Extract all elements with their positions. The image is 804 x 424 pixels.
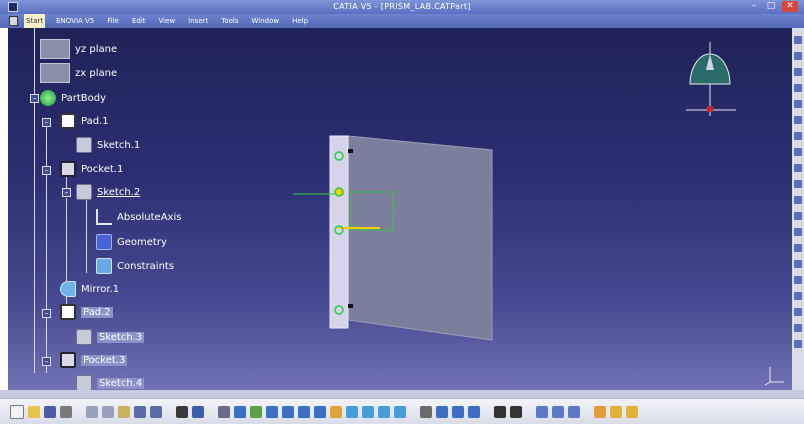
knowledge-icon[interactable]	[594, 405, 606, 418]
minimize-button[interactable]: –	[748, 1, 760, 12]
vertex-marker	[348, 304, 353, 308]
toolbar-tool-icon[interactable]	[794, 84, 802, 92]
bottom-toolbar	[0, 398, 804, 424]
maximize-button[interactable]: □	[765, 1, 777, 12]
axis-system-icon[interactable]	[494, 405, 506, 418]
pan-icon[interactable]	[250, 405, 262, 418]
menu-enovia[interactable]: ENOVIA V5	[54, 14, 96, 28]
window-controls: – □ ✕	[748, 1, 798, 12]
toolbar-tool-icon[interactable]	[794, 132, 802, 140]
update-icon[interactable]	[568, 405, 580, 418]
toolbar-tool-icon[interactable]	[794, 244, 802, 252]
toolbar-tool-icon[interactable]	[794, 36, 802, 44]
point-icon[interactable]	[510, 405, 522, 418]
toolbar-tool-icon[interactable]	[794, 196, 802, 204]
zoom-in-icon[interactable]	[282, 405, 294, 418]
rules-icon[interactable]	[626, 405, 638, 418]
undo-icon[interactable]	[134, 405, 146, 418]
catalog-icon[interactable]	[452, 405, 464, 418]
hide-show-icon[interactable]	[378, 405, 390, 418]
right-toolbar	[792, 28, 804, 390]
menu-bar: Start ENOVIA V5 File Edit View Insert To…	[0, 14, 804, 28]
menu-start[interactable]: Start	[24, 14, 46, 28]
menu-edit[interactable]: Edit	[130, 14, 148, 28]
print-icon[interactable]	[60, 405, 72, 418]
new-file-icon[interactable]	[10, 404, 24, 419]
zoom-out-icon[interactable]	[298, 405, 310, 418]
rotate-icon[interactable]	[266, 405, 278, 418]
menu-help[interactable]: Help	[290, 14, 310, 28]
toolbar-tool-icon[interactable]	[794, 116, 802, 124]
toolbar-tool-icon[interactable]	[794, 228, 802, 236]
paste-icon[interactable]	[118, 405, 130, 418]
boolean-icon[interactable]	[536, 405, 548, 418]
iso-view-icon[interactable]	[346, 405, 358, 418]
what-is-this-icon[interactable]	[192, 405, 204, 418]
swap-visible-space-icon[interactable]	[394, 405, 406, 418]
apply-material-icon[interactable]	[468, 405, 480, 418]
part-face-front	[329, 135, 349, 329]
toolbar-tool-icon[interactable]	[794, 148, 802, 156]
menu-file[interactable]: File	[105, 14, 121, 28]
menu-insert[interactable]: Insert	[186, 14, 210, 28]
window-title: CATIA V5 - [PRISM_LAB.CATPart]	[333, 2, 471, 11]
fly-mode-icon[interactable]	[218, 405, 230, 418]
menu-window[interactable]: Window	[250, 14, 282, 28]
document-menu-icon[interactable]	[9, 16, 18, 26]
save-icon[interactable]	[44, 405, 56, 418]
fit-all-icon[interactable]	[234, 405, 246, 418]
part-face-back	[347, 135, 493, 341]
toolbar-tool-icon[interactable]	[794, 292, 802, 300]
analysis-icon[interactable]	[420, 405, 432, 418]
reorder-icon[interactable]	[552, 405, 564, 418]
toolbar-tool-icon[interactable]	[794, 68, 802, 76]
toolbar-tool-icon[interactable]	[794, 212, 802, 220]
toolbar-tool-icon[interactable]	[794, 52, 802, 60]
close-button[interactable]: ✕	[782, 1, 798, 12]
cut-icon[interactable]	[86, 405, 98, 418]
status-bar	[0, 390, 804, 398]
3d-viewport[interactable]: yz plane zx plane – PartBody – Pad.1 Ske…	[8, 28, 792, 390]
toolbar-tool-icon[interactable]	[794, 180, 802, 188]
vertex-marker	[348, 149, 353, 153]
toolbar-tool-icon[interactable]	[794, 260, 802, 268]
toolbar-tool-icon[interactable]	[794, 340, 802, 348]
toolbar-tool-icon[interactable]	[794, 308, 802, 316]
measure-icon[interactable]	[436, 405, 448, 418]
open-file-icon[interactable]	[28, 405, 40, 418]
shading-icon[interactable]	[362, 405, 374, 418]
parameters-icon[interactable]	[610, 405, 622, 418]
sketch-point	[334, 187, 344, 197]
formula-icon[interactable]	[176, 405, 188, 418]
toolbar-tool-icon[interactable]	[794, 100, 802, 108]
redo-icon[interactable]	[150, 405, 162, 418]
menu-view[interactable]: View	[157, 14, 178, 28]
menu-tools[interactable]: Tools	[219, 14, 240, 28]
normal-view-icon[interactable]	[314, 405, 326, 418]
copy-icon[interactable]	[102, 405, 114, 418]
toolbar-tool-icon[interactable]	[794, 324, 802, 332]
sketcher-icon[interactable]	[330, 405, 342, 418]
part-3d-model[interactable]	[8, 28, 792, 390]
toolbar-tool-icon[interactable]	[794, 276, 802, 284]
compass-icon[interactable]	[686, 40, 746, 120]
toolbar-tool-icon[interactable]	[794, 164, 802, 172]
title-bar: CATIA V5 - [PRISM_LAB.CATPart] – □ ✕	[0, 0, 804, 14]
axis-triad-icon	[764, 367, 784, 386]
